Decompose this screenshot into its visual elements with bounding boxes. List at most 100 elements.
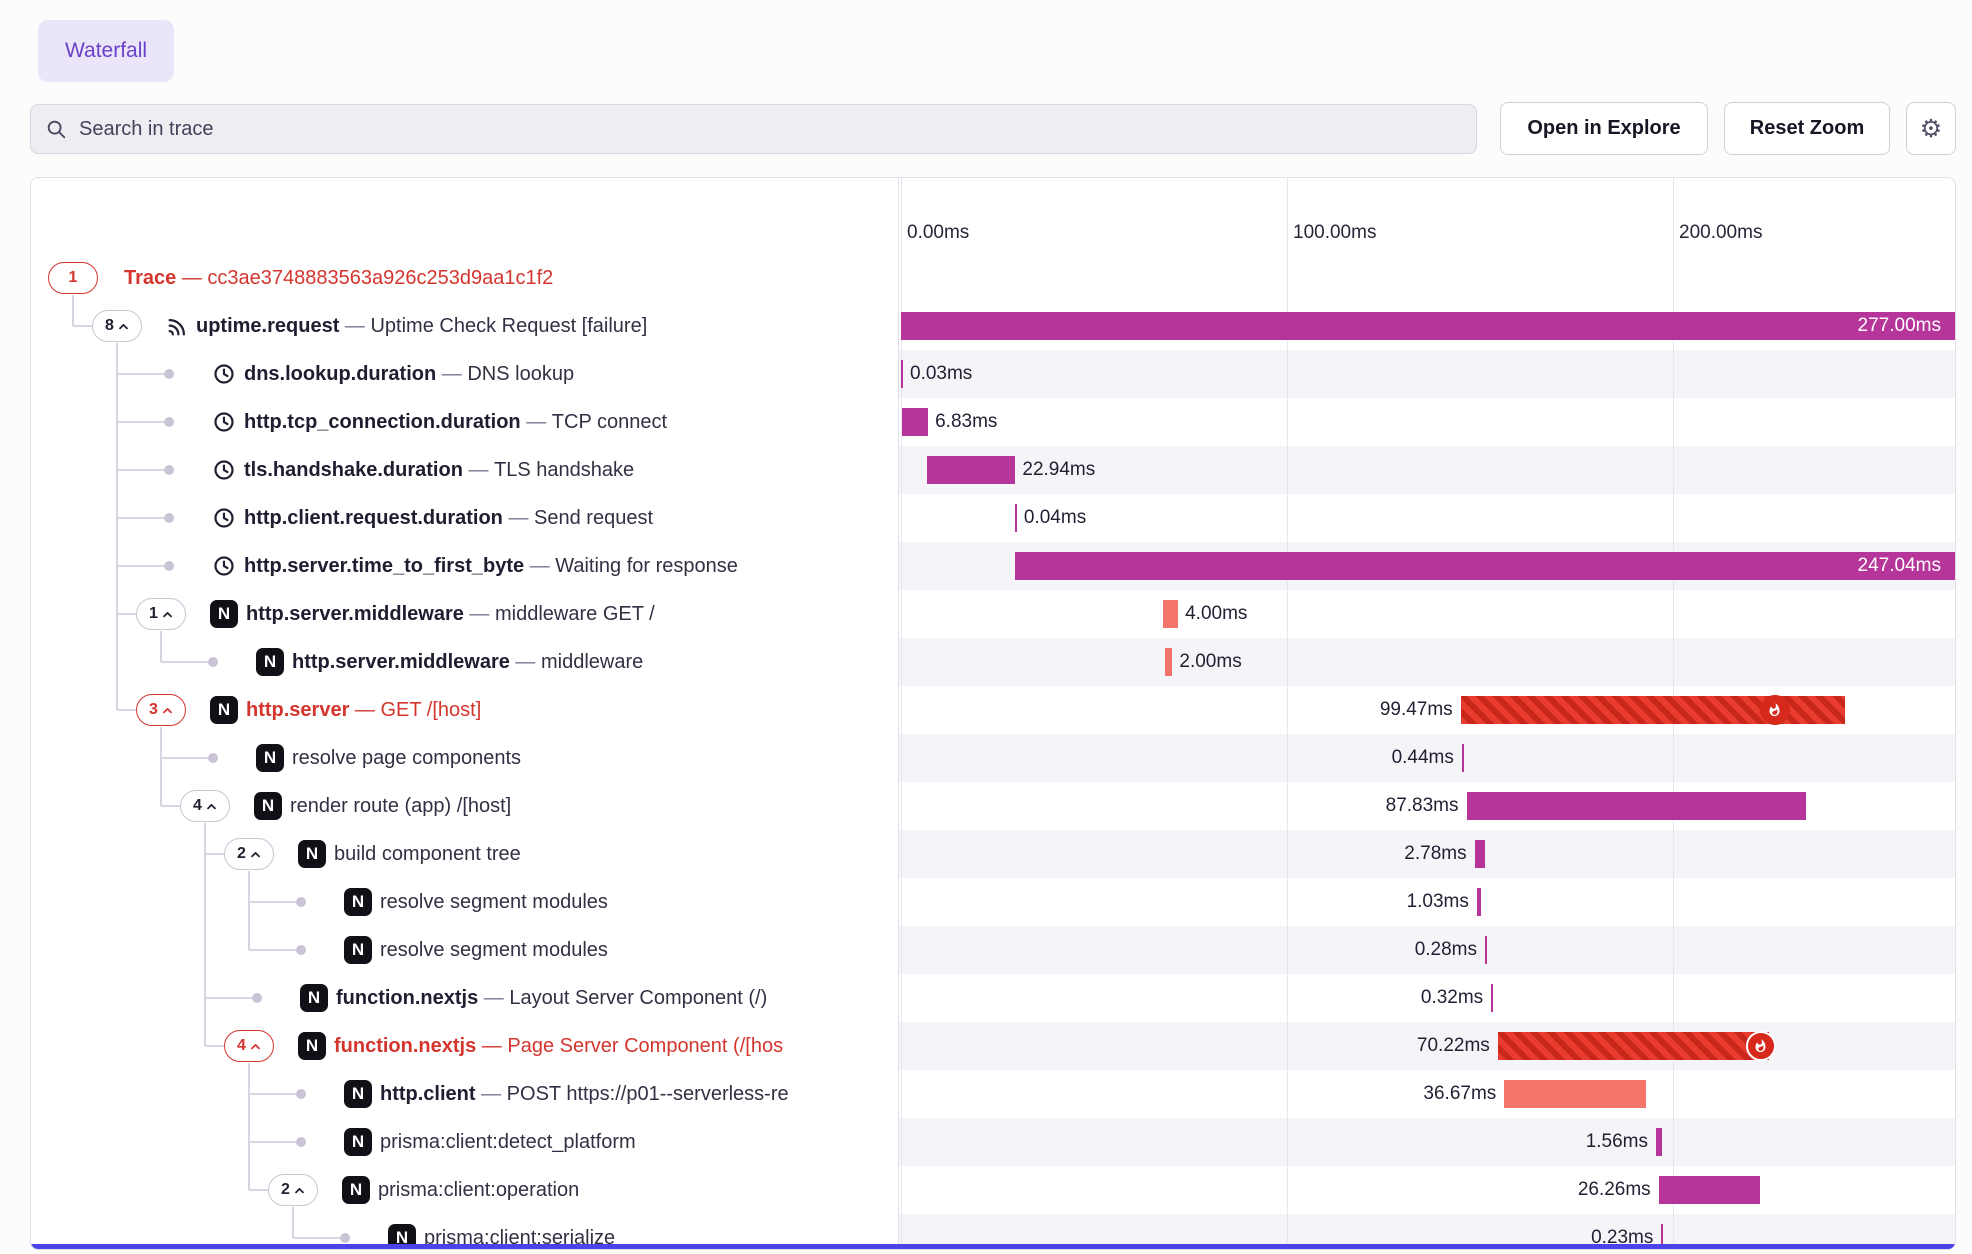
chevron-up-icon xyxy=(162,611,173,618)
span-row[interactable]: http.tcp_connection.duration — TCP conne… xyxy=(31,398,1955,446)
span-row[interactable]: tls.handshake.duration — TLS handshake22… xyxy=(31,446,1955,494)
clock-icon xyxy=(212,506,236,530)
span-duration-bar[interactable] xyxy=(1656,1128,1662,1156)
tree-dot xyxy=(340,1233,350,1243)
duration-label: 6.83ms xyxy=(935,398,997,446)
nextjs-icon: N xyxy=(298,840,326,868)
span-duration-bar[interactable] xyxy=(901,312,1955,340)
duration-label: 99.47ms xyxy=(1380,686,1453,734)
span-row[interactable]: 8uptime.request — Uptime Check Request [… xyxy=(31,302,1955,350)
fire-icon xyxy=(1767,703,1782,718)
nextjs-icon: N xyxy=(298,1032,326,1060)
trace-waterfall-panel: 1 Trace — cc3ae3748883563a926c253d9aa1c1f… xyxy=(30,177,1956,1250)
span-duration-bar[interactable] xyxy=(1659,1176,1760,1204)
tree-waterfall-divider[interactable] xyxy=(898,178,899,1249)
duration-label: 26.26ms xyxy=(1578,1166,1651,1214)
span-title: resolve segment modules xyxy=(380,878,608,926)
span-row[interactable]: http.client.request.duration — Send requ… xyxy=(31,494,1955,542)
span-duration-bar[interactable] xyxy=(1462,744,1464,772)
settings-button[interactable]: ⚙ xyxy=(1906,102,1956,155)
clock-icon xyxy=(212,362,236,386)
span-children-badge[interactable]: 4 xyxy=(224,1030,274,1062)
span-title: tls.handshake.duration — TLS handshake xyxy=(244,446,634,494)
span-title: build component tree xyxy=(334,830,521,878)
span-duration-bar[interactable] xyxy=(1163,600,1178,628)
span-row[interactable]: http.server.time_to_first_byte — Waiting… xyxy=(31,542,1955,590)
duration-label: 1.56ms xyxy=(1586,1118,1648,1166)
span-row[interactable]: 4Nrender route (app) /[host] 87.83ms xyxy=(31,782,1955,830)
span-duration-bar[interactable] xyxy=(901,360,903,388)
uptime-icon xyxy=(166,316,188,338)
span-row[interactable]: Nresolve segment modules0.28ms xyxy=(31,926,1955,974)
tab-waterfall[interactable]: Waterfall xyxy=(38,20,174,82)
tree-dot xyxy=(164,417,174,427)
tree-dot xyxy=(164,513,174,523)
span-rows-container: 1 Trace — cc3ae3748883563a926c253d9aa1c1f… xyxy=(31,178,1955,1249)
span-row[interactable]: 3Nhttp.server — GET /[host]99.47ms xyxy=(31,686,1955,734)
span-children-badge[interactable]: 2 xyxy=(224,838,274,870)
span-children-badge[interactable]: 1 xyxy=(48,262,98,294)
open-in-explore-button[interactable]: Open in Explore xyxy=(1500,102,1708,155)
span-duration-bar[interactable] xyxy=(1015,504,1017,532)
span-row[interactable]: Nfunction.nextjs — Layout Server Compone… xyxy=(31,974,1955,1022)
duration-label: 0.04ms xyxy=(1024,494,1086,542)
nextjs-icon: N xyxy=(344,1080,372,1108)
span-title: http.client.request.duration — Send requ… xyxy=(244,494,653,542)
gear-icon: ⚙ xyxy=(1920,114,1942,144)
span-row[interactable]: Nhttp.server.middleware — middleware2.00… xyxy=(31,638,1955,686)
span-title: http.tcp_connection.duration — TCP conne… xyxy=(244,398,667,446)
span-duration-bar[interactable] xyxy=(1475,840,1486,868)
span-title: render route (app) /[host] xyxy=(290,782,511,830)
span-row[interactable]: Nresolve segment modules1.03ms xyxy=(31,878,1955,926)
span-duration-bar[interactable] xyxy=(1498,1032,1769,1060)
tree-dot xyxy=(296,1089,306,1099)
nextjs-icon: N xyxy=(344,888,372,916)
fire-icon xyxy=(1753,1039,1768,1054)
span-title: Trace — cc3ae3748883563a926c253d9aa1c1f2 xyxy=(124,254,553,302)
tree-dot xyxy=(208,657,218,667)
nextjs-icon: N xyxy=(342,1176,370,1204)
span-duration-bar[interactable] xyxy=(1485,936,1487,964)
span-title: function.nextjs — Layout Server Componen… xyxy=(336,974,767,1022)
search-box[interactable] xyxy=(30,104,1477,154)
span-duration-bar[interactable] xyxy=(1165,648,1173,676)
span-children-badge[interactable]: 1 xyxy=(136,598,186,630)
search-icon xyxy=(45,118,67,140)
nextjs-icon: N xyxy=(210,600,238,628)
span-duration-bar[interactable] xyxy=(1015,552,1955,580)
duration-label: 0.03ms xyxy=(910,350,972,398)
search-input[interactable] xyxy=(77,117,1462,142)
tree-dot xyxy=(296,897,306,907)
span-title: http.server — GET /[host] xyxy=(246,686,481,734)
span-row[interactable]: Nresolve page components0.44ms xyxy=(31,734,1955,782)
span-row[interactable]: dns.lookup.duration — DNS lookup 0.03ms xyxy=(31,350,1955,398)
span-duration-bar[interactable] xyxy=(927,456,1016,484)
span-children-badge[interactable]: 3 xyxy=(136,694,186,726)
panel-resize-strip[interactable] xyxy=(31,1244,1955,1249)
span-title: dns.lookup.duration — DNS lookup xyxy=(244,350,574,398)
span-row[interactable]: 2Nprisma:client:operation26.26ms xyxy=(31,1166,1955,1214)
nextjs-icon: N xyxy=(254,792,282,820)
span-children-badge[interactable]: 8 xyxy=(92,310,142,342)
span-row[interactable]: Nhttp.client — POST https://p01--serverl… xyxy=(31,1070,1955,1118)
chevron-up-icon xyxy=(294,1187,305,1194)
span-duration-bar[interactable] xyxy=(1477,888,1481,916)
reset-zoom-button[interactable]: Reset Zoom xyxy=(1724,102,1890,155)
span-children-badge[interactable]: 2 xyxy=(268,1174,318,1206)
duration-label: 0.32ms xyxy=(1421,974,1483,1022)
span-duration-bar[interactable] xyxy=(1491,984,1493,1012)
span-duration-bar[interactable] xyxy=(1467,792,1806,820)
span-children-badge[interactable]: 4 xyxy=(180,790,230,822)
trace-root-row[interactable]: 1 Trace — cc3ae3748883563a926c253d9aa1c1f… xyxy=(31,254,1955,302)
error-fire-badge xyxy=(1746,1031,1776,1061)
span-row[interactable]: 4Nfunction.nextjs — Page Server Componen… xyxy=(31,1022,1955,1070)
duration-label: 70.22ms xyxy=(1417,1022,1490,1070)
clock-icon xyxy=(212,458,236,482)
span-row[interactable]: 1Nhttp.server.middleware — middleware GE… xyxy=(31,590,1955,638)
duration-label: 87.83ms xyxy=(1386,782,1459,830)
span-duration-bar[interactable] xyxy=(1504,1080,1646,1108)
span-row[interactable]: Nprisma:client:detect_platform1.56ms xyxy=(31,1118,1955,1166)
span-title: function.nextjs — Page Server Component … xyxy=(334,1022,783,1070)
span-duration-bar[interactable] xyxy=(902,408,928,436)
span-row[interactable]: 2Nbuild component tree2.78ms xyxy=(31,830,1955,878)
